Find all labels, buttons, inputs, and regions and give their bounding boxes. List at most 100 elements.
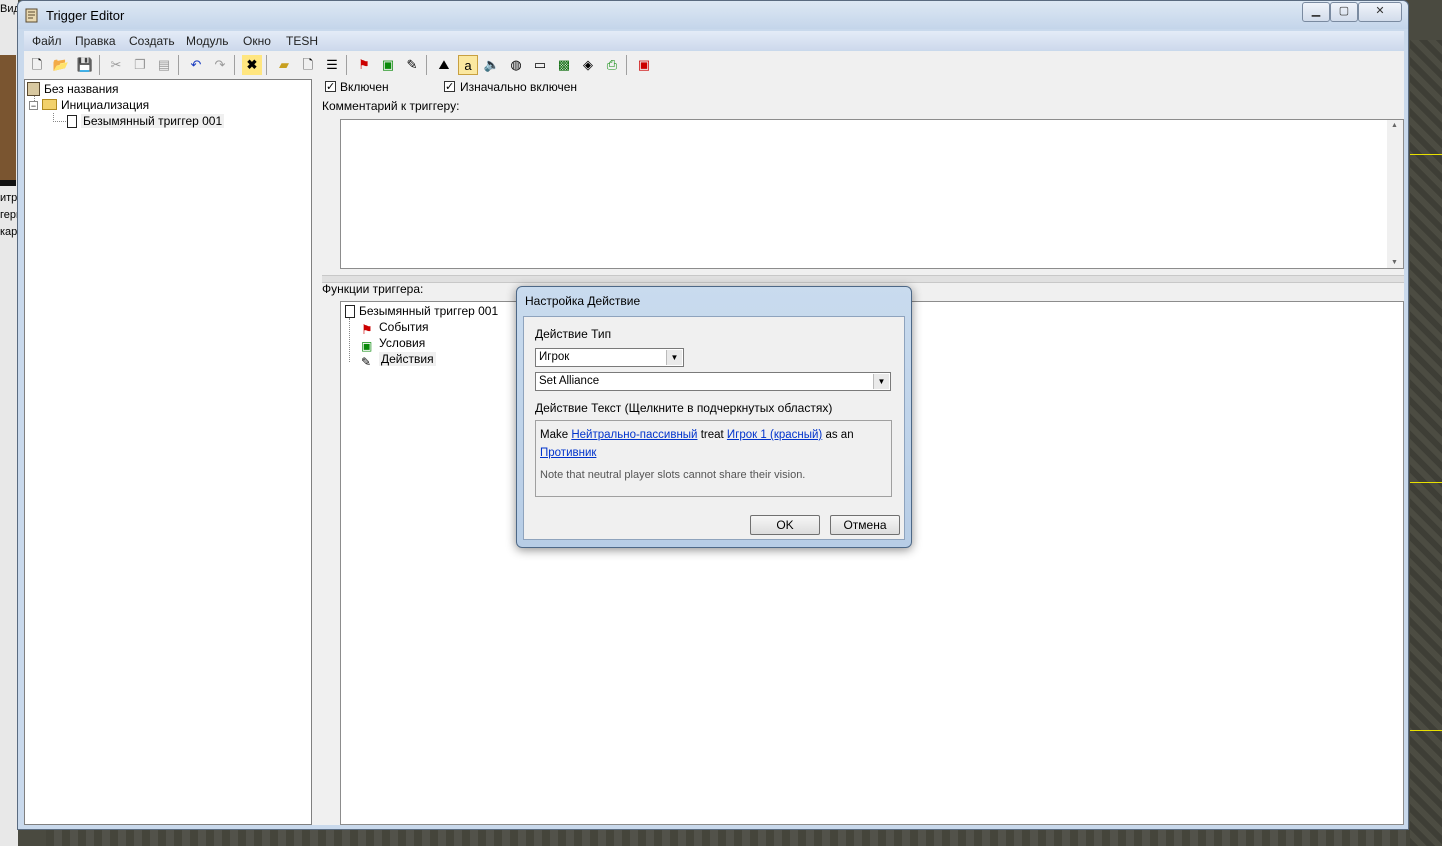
close-button[interactable]: ✕ — [1358, 2, 1402, 22]
comment-label: Комментарий к триггеру: — [322, 99, 460, 113]
map-grid-line — [1410, 482, 1442, 483]
text-treat: treat — [700, 429, 724, 441]
action-icon[interactable]: ✎ — [402, 55, 422, 75]
conditions-label: Условия — [379, 336, 426, 350]
action-text-label: Действие Текст (Щелкните в подчеркнутых … — [535, 401, 833, 415]
toolbar-separator — [426, 55, 427, 75]
trigger-document-icon — [345, 305, 355, 318]
background-image-strip — [0, 55, 16, 180]
map-grid-line — [1410, 730, 1442, 731]
tree-folder-init[interactable]: − Инициализация — [29, 97, 149, 113]
dialog-title: Настройка Действие — [525, 294, 641, 308]
menu-module[interactable]: Модуль — [186, 34, 229, 48]
cameras-icon[interactable]: ◈ — [578, 55, 598, 75]
comment-scrollbar[interactable]: ▲ ▼ — [1387, 120, 1403, 268]
menu-bar: Файл Правка Создать Модуль Окно TESH — [24, 31, 1404, 50]
doodads-icon[interactable]: ▭ — [530, 55, 550, 75]
functions-label: Функции триггера: — [322, 282, 424, 296]
minimize-button[interactable]: ▁ — [1302, 2, 1330, 22]
toolbar-separator — [234, 55, 235, 75]
actions-node[interactable]: ✎ Действия — [361, 351, 436, 369]
action-text-box: Make Нейтрально-пассивный treat Игрок 1 … — [535, 420, 892, 497]
undo-icon[interactable]: ↶ — [186, 55, 206, 75]
collapse-icon[interactable]: − — [29, 101, 38, 111]
panel-splitter[interactable] — [312, 79, 322, 825]
toolbar-separator — [626, 55, 627, 75]
enabled-checkbox[interactable]: ✓ — [325, 81, 336, 93]
tree-root[interactable]: Без названия — [27, 81, 119, 97]
tree-trigger-item[interactable]: Безымянный триггер 001 — [67, 113, 225, 129]
new-icon[interactable]: 🗋 — [27, 55, 47, 75]
configure-action-dialog: Настройка Действие Действие Тип Игрок ▼ … — [516, 286, 912, 548]
events-node[interactable]: ⚑ События — [361, 319, 429, 337]
cut-icon[interactable]: ✂ — [106, 55, 126, 75]
sound-icon[interactable]: 🔈 — [482, 55, 502, 75]
regions-icon[interactable]: ▩ — [554, 55, 574, 75]
horizontal-splitter[interactable] — [322, 275, 1404, 283]
condition-icon: ▣ — [361, 339, 373, 353]
folder-icon[interactable]: ▰ — [274, 55, 294, 75]
player-1-link[interactable]: Нейтрально-пассивный — [571, 429, 697, 441]
paste-icon[interactable]: ▤ — [154, 55, 174, 75]
actions-label: Действия — [379, 352, 436, 366]
toolbar: 🗋 📂 💾 ✂ ❐ ▤ ↶ ↷ ✖ ▰ 🗋 ☰ ⚑ ▣ ✎ ⛰ a 🔈 ◍ ▭ … — [24, 51, 1404, 80]
note-text: Note that neutral player slots cannot sh… — [540, 469, 806, 481]
conditions-node[interactable]: ▣ Условия — [361, 335, 426, 353]
ok-button[interactable]: OK — [750, 515, 820, 535]
trigger-editor-app-icon — [25, 8, 38, 23]
chevron-down-icon[interactable]: ▼ — [666, 350, 682, 365]
initially-on-label: Изначально включен — [460, 80, 578, 94]
title-bar[interactable]: Trigger Editor ▁ ▢ ✕ — [18, 1, 1408, 29]
trigger-tree-panel: Без названия − Инициализация Безымянный т… — [24, 79, 312, 825]
save-icon[interactable]: 💾 — [75, 55, 95, 75]
toolbar-separator — [266, 55, 267, 75]
toolbar-separator — [99, 55, 100, 75]
initially-on-checkbox[interactable]: ✓ — [444, 81, 455, 93]
scroll-up-icon[interactable]: ▲ — [1391, 122, 1398, 129]
events-label: События — [379, 320, 429, 334]
comment-textarea[interactable]: ▲ ▼ — [340, 119, 1404, 269]
redo-icon[interactable]: ↷ — [210, 55, 230, 75]
condition-icon[interactable]: ▣ — [378, 55, 398, 75]
background-bar — [0, 180, 16, 186]
menu-create[interactable]: Создать — [129, 34, 175, 48]
background-label: кар — [0, 226, 18, 238]
dialog-body: Действие Тип Игрок ▼ Set Alliance ▼ Дейс… — [523, 316, 905, 540]
menu-edit[interactable]: Правка — [75, 34, 116, 48]
objects-icon[interactable]: ◍ — [506, 55, 526, 75]
maximize-button[interactable]: ▢ — [1330, 2, 1358, 22]
action-icon: ✎ — [361, 355, 372, 369]
text-make: Make — [540, 429, 569, 441]
player-2-link[interactable]: Игрок 1 (красный) — [727, 429, 822, 441]
units-icon[interactable]: a — [458, 55, 478, 75]
delete-icon[interactable]: ✖ — [242, 55, 262, 75]
menu-window[interactable]: Окно — [243, 34, 271, 48]
scroll-down-icon[interactable]: ▼ — [1391, 259, 1398, 266]
open-icon[interactable]: 📂 — [51, 55, 71, 75]
map-grid-line — [1410, 154, 1442, 155]
trigger-icon[interactable]: 🗋 — [298, 55, 318, 75]
import-icon[interactable]: ⎙ — [602, 55, 622, 75]
chevron-down-icon[interactable]: ▼ — [873, 374, 889, 389]
trigger-document-icon — [67, 115, 77, 128]
menu-file[interactable]: Файл — [32, 34, 62, 48]
action-value: Set Alliance — [539, 375, 600, 387]
background-editor-left: Вид итра герг кар — [0, 0, 23, 846]
terrain-icon[interactable]: ⛰ — [434, 55, 454, 75]
test-map-icon[interactable]: ▣ — [634, 55, 654, 75]
action-select[interactable]: Set Alliance ▼ — [535, 372, 891, 391]
functions-trigger-node[interactable]: Безымянный триггер 001 — [345, 303, 498, 319]
copy-icon[interactable]: ❐ — [130, 55, 150, 75]
folder-icon — [42, 99, 57, 110]
action-type-label: Действие Тип — [535, 327, 612, 341]
text-as-an: as an — [825, 429, 854, 441]
alliance-setting-link[interactable]: Противник — [540, 447, 596, 459]
event-icon[interactable]: ⚑ — [354, 55, 374, 75]
map-scroll-icon — [27, 82, 40, 96]
menu-tesh[interactable]: TESH — [286, 34, 318, 48]
action-type-select[interactable]: Игрок ▼ — [535, 348, 684, 367]
comment-icon[interactable]: ☰ — [322, 55, 342, 75]
cancel-button[interactable]: Отмена — [830, 515, 900, 535]
enabled-label: Включен — [340, 80, 389, 94]
toolbar-separator — [346, 55, 347, 75]
